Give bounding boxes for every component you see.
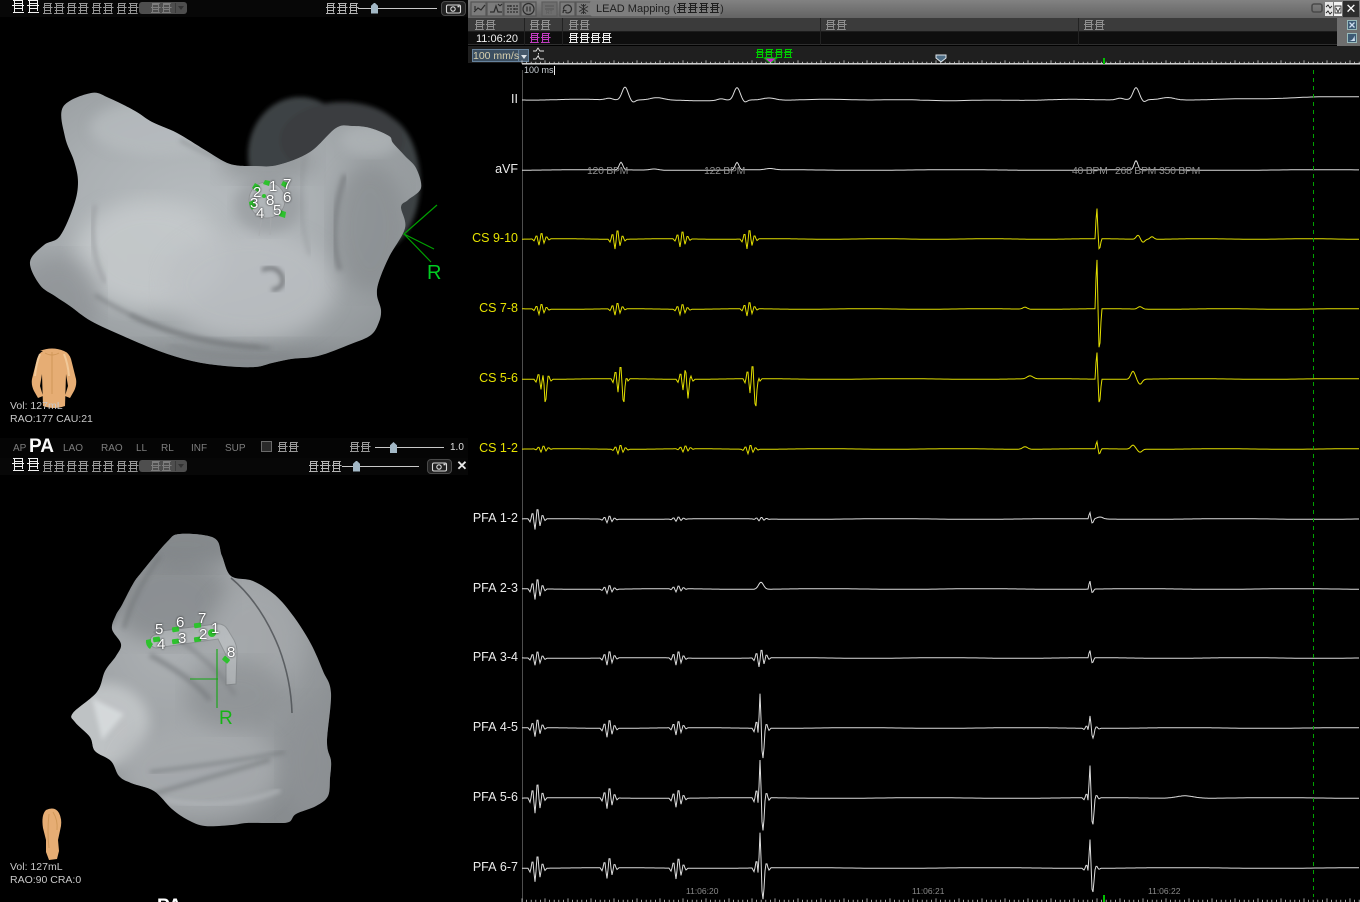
svg-text:R: R — [219, 708, 233, 729]
svg-text:RT: RT — [546, 10, 553, 16]
svg-text:R: R — [427, 262, 441, 284]
